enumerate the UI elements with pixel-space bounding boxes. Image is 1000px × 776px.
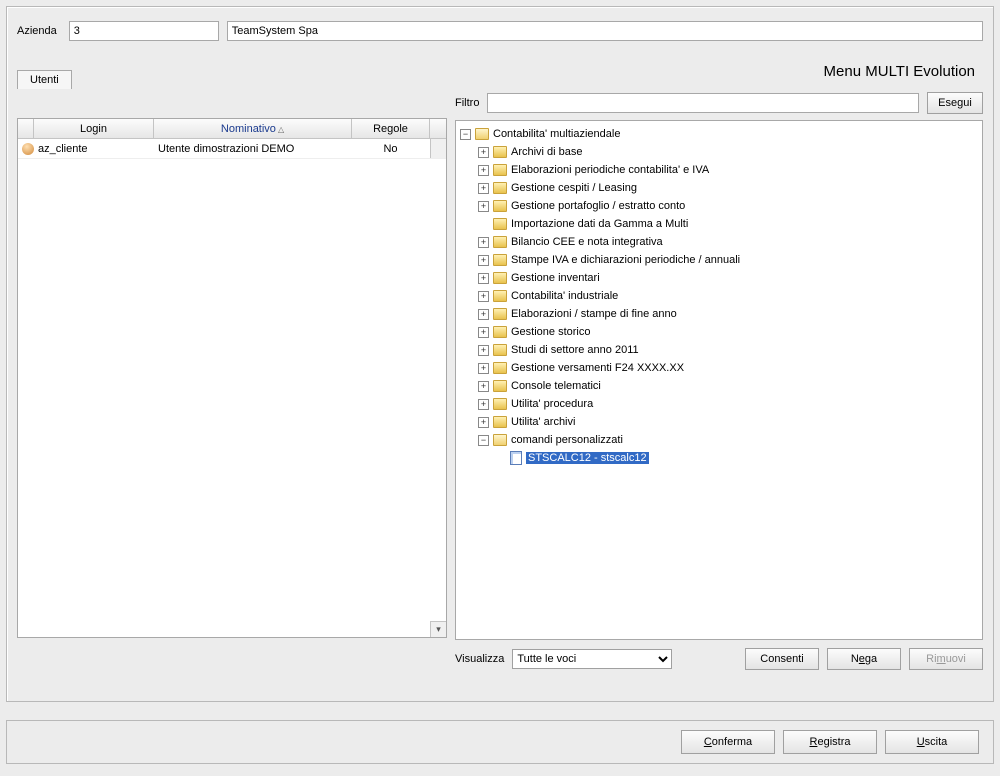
collapse-icon[interactable]: − [478,435,489,446]
tree-item[interactable]: Gestione versamenti F24 XXXX.XX [511,362,684,374]
tree-item[interactable]: Studi di settore anno 2011 [511,344,639,356]
folder-icon [493,254,507,266]
tree-item[interactable]: Elaborazioni / stampe di fine anno [511,308,677,320]
folder-icon [493,218,507,230]
folder-icon [493,236,507,248]
menu-tree[interactable]: − Contabilita' multiaziendale + Archivi d… [455,120,983,640]
col-select[interactable] [18,119,34,138]
esegui-button[interactable]: Esegui [927,92,983,114]
cell-nominativo: Utente dimostrazioni DEMO [154,139,352,158]
folder-icon [493,344,507,356]
filter-label: Filtro [455,97,479,109]
tree-item[interactable]: Archivi di base [511,146,583,158]
tree-item[interactable]: Gestione portafoglio / estratto conto [511,200,685,212]
nega-button[interactable]: Nega [827,648,901,670]
tree-item[interactable]: Gestione storico [511,326,590,338]
tab-utenti[interactable]: Utenti [17,70,72,89]
expand-icon[interactable]: + [478,399,489,410]
folder-icon [493,362,507,374]
azienda-code-input[interactable] [69,21,219,41]
tree-item[interactable]: Contabilita' industriale [511,290,618,302]
expand-icon[interactable]: + [478,363,489,374]
cell-regole: No [352,139,430,158]
azienda-name-input[interactable] [227,21,983,41]
visualizza-label: Visualizza [455,653,504,665]
tree-item[interactable]: Utilita' procedura [511,398,593,410]
tree-item[interactable]: Bilancio CEE e nota integrativa [511,236,663,248]
tree-item[interactable]: Elaborazioni periodiche contabilita' e I… [511,164,709,176]
tree-root-label[interactable]: Contabilita' multiaziendale [493,128,620,140]
folder-icon [493,308,507,320]
expand-icon[interactable]: + [478,147,489,158]
footer-bar: Conferma Registra Uscita [6,720,994,764]
folder-icon [493,380,507,392]
folder-icon [493,164,507,176]
col-login[interactable]: Login [34,119,154,138]
expand-icon[interactable]: + [478,309,489,320]
tree-item[interactable]: Stampe IVA e dichiarazioni periodiche / … [511,254,740,266]
cell-login: az_cliente [34,139,154,158]
expand-icon[interactable]: + [478,381,489,392]
registra-button[interactable]: Registra [783,730,877,754]
folder-icon [493,290,507,302]
expand-icon[interactable]: + [478,291,489,302]
tree-item[interactable]: Importazione dati da Gamma a Multi [511,218,688,230]
collapse-icon[interactable]: − [460,129,471,140]
sort-asc-icon: △ [278,125,284,134]
expand-icon[interactable]: + [478,237,489,248]
expand-icon[interactable]: + [478,201,489,212]
rimuovi-button[interactable]: Rimuovi [909,648,983,670]
expand-icon[interactable]: + [478,345,489,356]
visualizza-select[interactable]: Tutte le voci [512,649,672,669]
expand-icon[interactable]: + [478,417,489,428]
tree-item[interactable]: Gestione inventari [511,272,600,284]
folder-icon [493,182,507,194]
azienda-label: Azienda [17,25,57,37]
user-icon [22,143,34,155]
folder-icon [493,200,507,212]
consenti-button[interactable]: Consenti [745,648,819,670]
tree-item[interactable]: Utilita' archivi [511,416,575,428]
conferma-button[interactable]: Conferma [681,730,775,754]
folder-icon [493,416,507,428]
expand-icon[interactable]: + [478,255,489,266]
folder-open-icon [493,434,507,446]
folder-open-icon [475,128,489,140]
expand-icon[interactable]: + [478,273,489,284]
folder-icon [493,326,507,338]
tree-item-selected[interactable]: STSCALC12 - stscalc12 [526,452,649,464]
scroll-down-icon[interactable]: ▾ [430,621,446,637]
folder-icon [493,398,507,410]
folder-icon [493,272,507,284]
users-grid: Login Nominativo△ Regole az_cliente Uten… [17,118,447,638]
folder-icon [493,146,507,158]
expand-icon[interactable]: + [478,165,489,176]
col-regole[interactable]: Regole [352,119,430,138]
page-title: Menu MULTI Evolution [824,63,975,80]
uscita-button[interactable]: Uscita [885,730,979,754]
expand-icon[interactable]: + [478,327,489,338]
filter-input[interactable] [487,93,919,113]
document-icon [510,451,522,465]
table-row[interactable]: az_cliente Utente dimostrazioni DEMO No [18,139,446,159]
col-nominativo[interactable]: Nominativo△ [154,119,352,138]
tree-item-custom[interactable]: comandi personalizzati [511,434,623,446]
tree-item[interactable]: Console telematici [511,380,601,392]
tree-item[interactable]: Gestione cespiti / Leasing [511,182,637,194]
expand-icon[interactable]: + [478,183,489,194]
